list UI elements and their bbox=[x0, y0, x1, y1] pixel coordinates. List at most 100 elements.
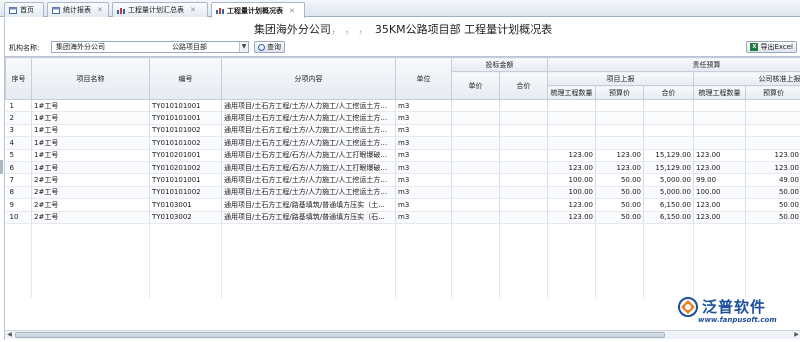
cell-price2[interactable] bbox=[745, 136, 800, 150]
cell-empty[interactable] bbox=[451, 211, 500, 224]
cell-seq[interactable]: 1 bbox=[5, 99, 32, 113]
cell-code[interactable]: TY010201001 bbox=[149, 149, 222, 162]
cell-name[interactable]: 2#工号 bbox=[31, 198, 150, 212]
cell-total[interactable]: 6,150.00 bbox=[643, 198, 694, 212]
cell-code[interactable]: TY010101001 bbox=[149, 173, 222, 187]
table-row[interactable]: 7 2#工号 TY010101001 通用项目/土石方工程/土方/人力施工/人工挖运土… bbox=[5, 173, 800, 187]
chevron-down-icon[interactable]: ▼ bbox=[239, 42, 248, 52]
cell-total[interactable]: 6,150.00 bbox=[643, 211, 694, 224]
cell-content[interactable]: 通用项目/土石方工程/土方/人力施工/人工挖运土方... bbox=[221, 173, 396, 187]
table-row[interactable]: 2 1#工号 TY010101001 通用项目/土石方工程/土方/人力施工/人工挖运土… bbox=[5, 111, 800, 125]
cell-qty[interactable] bbox=[547, 111, 596, 125]
cell-name[interactable]: 1#工号 bbox=[31, 111, 150, 125]
table-row[interactable]: 5 1#工号 TY010201001 通用项目/土石方工程/石方/人力施工/人工打眼爆… bbox=[5, 149, 800, 162]
close-icon[interactable]: ✕ bbox=[190, 6, 196, 14]
col-header[interactable]: 合价 bbox=[499, 71, 548, 100]
cell-seq[interactable]: 10 bbox=[5, 211, 32, 224]
cell-name[interactable]: 1#工号 bbox=[31, 99, 150, 113]
org-select[interactable]: 集团海外分公司 公路项目部 ▼ bbox=[51, 41, 249, 53]
cell-price2[interactable]: 123.00 bbox=[745, 161, 800, 175]
cell-empty[interactable] bbox=[451, 99, 500, 113]
cell-qty2[interactable]: 123.00 bbox=[693, 198, 746, 212]
cell-total[interactable]: 15,129.00 bbox=[643, 161, 694, 175]
cell-price2[interactable]: 49.00 bbox=[745, 173, 800, 187]
tab-stat-report[interactable]: 统计报表 ✕ bbox=[47, 2, 109, 17]
cell-content[interactable]: 通用项目/土石方工程/路基填筑/普通填方压实（石... bbox=[221, 211, 396, 224]
cell-empty[interactable] bbox=[451, 198, 500, 212]
table-row[interactable]: 9 2#工号 TY0103001 通用项目/土石方工程/路基填筑/普通填方压实（土..… bbox=[5, 198, 800, 212]
cell-qty[interactable]: 123.00 bbox=[547, 198, 596, 212]
cell-total[interactable]: 15,129.00 bbox=[643, 149, 694, 162]
cell-qty[interactable]: 123.00 bbox=[547, 161, 596, 175]
cell-name[interactable]: 2#工号 bbox=[31, 173, 150, 187]
col-header[interactable]: 单价 bbox=[451, 71, 500, 100]
cell-price2[interactable] bbox=[745, 124, 800, 138]
cell-price[interactable] bbox=[595, 124, 644, 138]
cell-code[interactable]: TY010201002 bbox=[149, 161, 222, 175]
col-header[interactable]: 项目名称 bbox=[31, 57, 150, 100]
cell-unit[interactable]: m3 bbox=[395, 198, 452, 212]
cell-seq[interactable]: 3 bbox=[5, 124, 32, 138]
cell-content[interactable]: 通用项目/土石方工程/土方/人力施工/人工挖运土方... bbox=[221, 124, 396, 138]
cell-price[interactable] bbox=[595, 99, 644, 113]
cell-price2[interactable] bbox=[745, 111, 800, 125]
cell-price[interactable] bbox=[595, 111, 644, 125]
col-header[interactable]: 编号 bbox=[149, 57, 222, 100]
cell-empty[interactable] bbox=[451, 161, 500, 175]
cell-code[interactable]: TY0103001 bbox=[149, 198, 222, 212]
cell-empty[interactable] bbox=[499, 211, 548, 224]
col-header[interactable]: 预算价 bbox=[595, 85, 644, 100]
table-row[interactable]: 3 1#工号 TY010101002 通用项目/土石方工程/土方/人力施工/人工挖运土… bbox=[5, 124, 800, 138]
cell-total[interactable] bbox=[643, 99, 694, 113]
cell-empty[interactable] bbox=[499, 124, 548, 138]
cell-seq[interactable]: 9 bbox=[5, 198, 32, 212]
cell-empty[interactable] bbox=[499, 186, 548, 200]
cell-name[interactable]: 1#工号 bbox=[31, 149, 150, 162]
cell-name[interactable]: 1#工号 bbox=[31, 124, 150, 138]
cell-seq[interactable]: 5 bbox=[5, 149, 32, 162]
cell-price[interactable]: 50.00 bbox=[595, 211, 644, 224]
cell-seq[interactable]: 6 bbox=[5, 161, 32, 175]
cell-empty[interactable] bbox=[499, 173, 548, 187]
cell-empty[interactable] bbox=[499, 161, 548, 175]
cell-qty[interactable]: 100.00 bbox=[547, 186, 596, 200]
cell-code[interactable]: TY010101001 bbox=[149, 111, 222, 125]
scrollbar-thumb[interactable] bbox=[15, 332, 665, 338]
cell-total[interactable]: 5,000.00 bbox=[643, 173, 694, 187]
cell-unit[interactable]: m3 bbox=[395, 124, 452, 138]
cell-price2[interactable] bbox=[745, 99, 800, 113]
cell-qty2[interactable] bbox=[693, 136, 746, 150]
col-header[interactable]: 梳理工程数量 bbox=[693, 85, 746, 100]
table-row[interactable]: 6 1#工号 TY010201002 通用项目/土石方工程/石方/人力施工/人工打眼爆… bbox=[5, 161, 800, 175]
cell-empty[interactable] bbox=[451, 173, 500, 187]
cell-price[interactable]: 50.00 bbox=[595, 186, 644, 200]
cell-content[interactable]: 通用项目/土石方工程/土方/人力施工/人工挖运土方... bbox=[221, 186, 396, 200]
cell-empty[interactable] bbox=[451, 124, 500, 138]
cell-unit[interactable]: m3 bbox=[395, 136, 452, 150]
cell-empty[interactable] bbox=[499, 99, 548, 113]
cell-price[interactable] bbox=[595, 136, 644, 150]
cell-qty2[interactable]: 123.00 bbox=[693, 161, 746, 175]
cell-unit[interactable]: m3 bbox=[395, 149, 452, 162]
export-excel-button[interactable]: X 导出Excel bbox=[746, 41, 797, 53]
cell-empty[interactable] bbox=[499, 149, 548, 162]
cell-content[interactable]: 通用项目/土石方工程/路基填筑/普通填方压实（土... bbox=[221, 198, 396, 212]
cell-price[interactable]: 50.00 bbox=[595, 173, 644, 187]
cell-qty[interactable]: 100.00 bbox=[547, 173, 596, 187]
cell-qty2[interactable] bbox=[693, 111, 746, 125]
cell-empty[interactable] bbox=[451, 149, 500, 162]
col-header[interactable]: 分项内容 bbox=[221, 57, 396, 100]
cell-qty[interactable] bbox=[547, 99, 596, 113]
cell-empty[interactable] bbox=[451, 186, 500, 200]
cell-total[interactable]: 5,000.00 bbox=[643, 186, 694, 200]
close-icon[interactable]: ✕ bbox=[97, 6, 103, 14]
cell-price2[interactable]: 50.00 bbox=[745, 211, 800, 224]
cell-seq[interactable]: 8 bbox=[5, 186, 32, 200]
cell-seq[interactable]: 4 bbox=[5, 136, 32, 150]
cell-price2[interactable]: 123.00 bbox=[745, 149, 800, 162]
cell-unit[interactable]: m3 bbox=[395, 111, 452, 125]
cell-name[interactable]: 1#工号 bbox=[31, 136, 150, 150]
cell-qty2[interactable] bbox=[693, 124, 746, 138]
cell-content[interactable]: 通用项目/土石方工程/石方/人力施工/人工打眼爆破... bbox=[221, 161, 396, 175]
cell-seq[interactable]: 2 bbox=[5, 111, 32, 125]
